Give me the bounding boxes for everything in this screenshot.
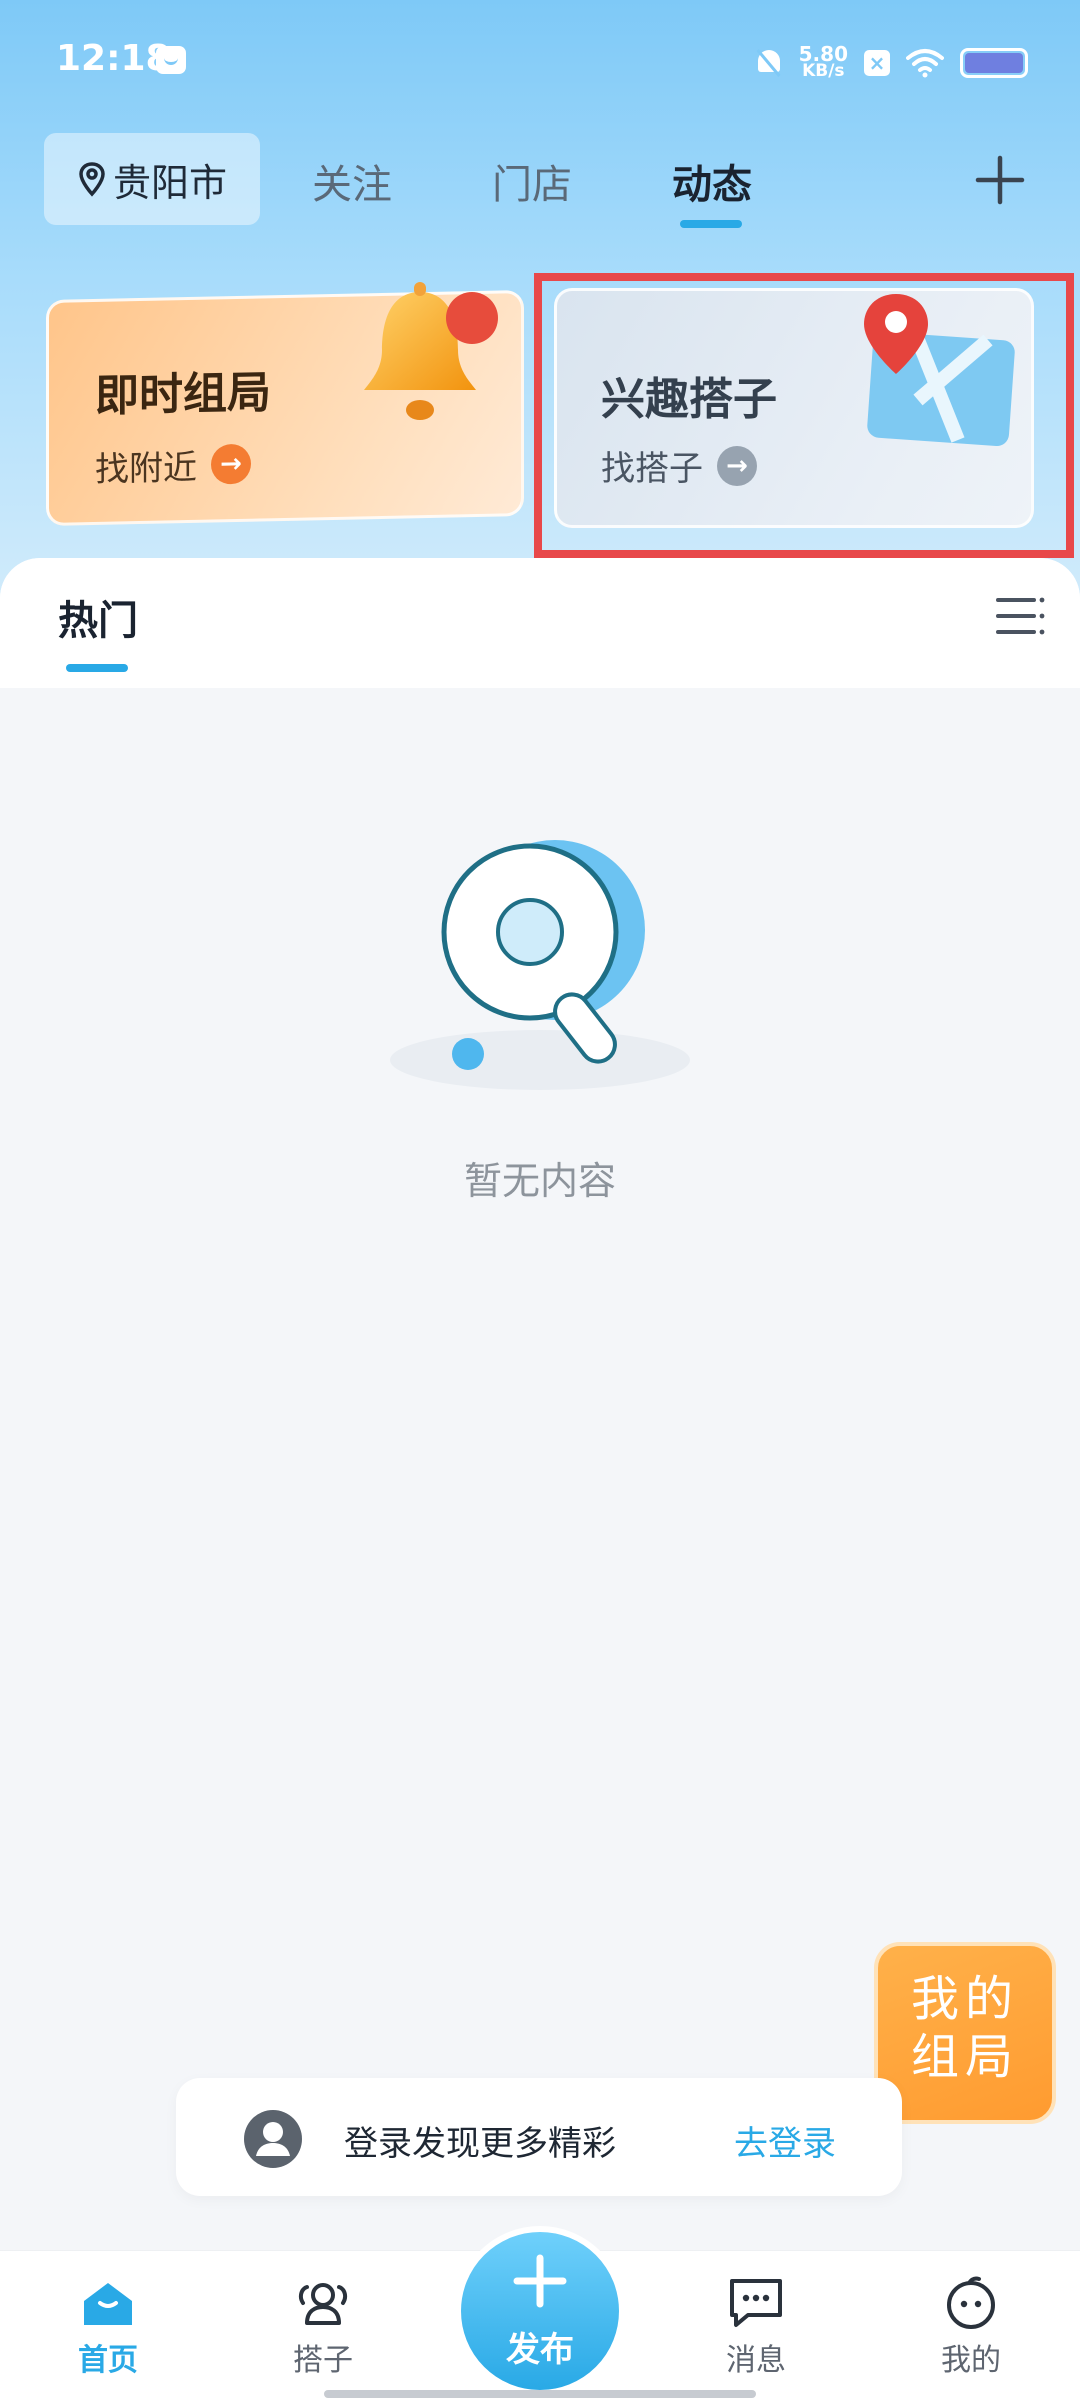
status-indicators: 5.80 KB/s × [755,40,1028,86]
add-icon[interactable] [975,155,1025,205]
arrow-right-icon: → [211,443,251,485]
tab-moments[interactable]: 动态 [672,152,752,210]
status-bar: 12:18 5.80 KB/s × [0,0,1080,120]
status-time: 12:18 [56,38,171,79]
publish-button[interactable]: 发布 [455,2226,625,2396]
login-link[interactable]: 去登录 [734,2116,836,2165]
location-pin-icon [79,162,105,197]
nav-home-label: 首页 [78,2343,138,2378]
bell-icon [364,282,498,420]
nav-messages[interactable]: 消息 [691,2275,821,2379]
message-icon [730,2279,782,2327]
my-groups-line2: 组局 [910,2029,1019,2085]
publish-label: 发布 [506,2330,574,2370]
bell-off-icon [755,48,783,78]
home-icon [84,2283,132,2325]
plus-icon [513,2254,567,2308]
battery-icon [960,48,1028,78]
close-box-icon: × [864,50,890,76]
nav-profile[interactable]: 我的 [906,2275,1036,2379]
active-tab-indicator [680,220,742,228]
feed-header: 热门 [0,558,1080,688]
card-subtitle: 找附近 → [95,439,251,491]
highlight-box [534,273,1074,558]
login-banner: 登录发现更多精彩 去登录 [176,2078,902,2196]
empty-state-text: 暂无内容 [463,1159,616,1203]
tab-hot[interactable]: 热门 [58,588,138,646]
tab-stores[interactable]: 门店 [492,152,572,210]
my-groups-line1: 我的 [910,1971,1019,2027]
card-subtitle-text: 找附近 [95,447,197,490]
empty-search-illustration [390,840,690,1090]
user-icon [244,2110,302,2168]
battery-fill [965,53,1023,73]
tab-follow[interactable]: 关注 [312,152,392,210]
network-speed-unit: KB/s [802,61,845,81]
nav-partners[interactable]: 搭子 [258,2275,388,2379]
city-selector[interactable]: 贵阳市 [44,133,260,225]
login-prompt-text: 登录发现更多精彩 [344,2124,616,2164]
profile-icon [947,2276,995,2329]
city-label: 贵阳市 [112,160,227,205]
notification-app-icon [156,46,186,74]
home-indicator[interactable] [324,2390,756,2398]
nav-messages-label: 消息 [726,2343,786,2378]
nav-home[interactable]: 首页 [43,2275,173,2379]
card-title: 即时组局 [95,367,271,422]
top-nav: 贵阳市 关注 门店 动态 [0,130,1080,230]
nav-profile-label: 我的 [941,2343,1001,2378]
network-speed: 5.80 KB/s [799,44,848,81]
hot-tab-indicator [66,664,128,672]
menu-icon[interactable] [996,594,1046,638]
wifi-icon [906,49,944,78]
partners-icon [298,2283,348,2325]
nav-partners-label: 搭子 [293,2343,353,2378]
